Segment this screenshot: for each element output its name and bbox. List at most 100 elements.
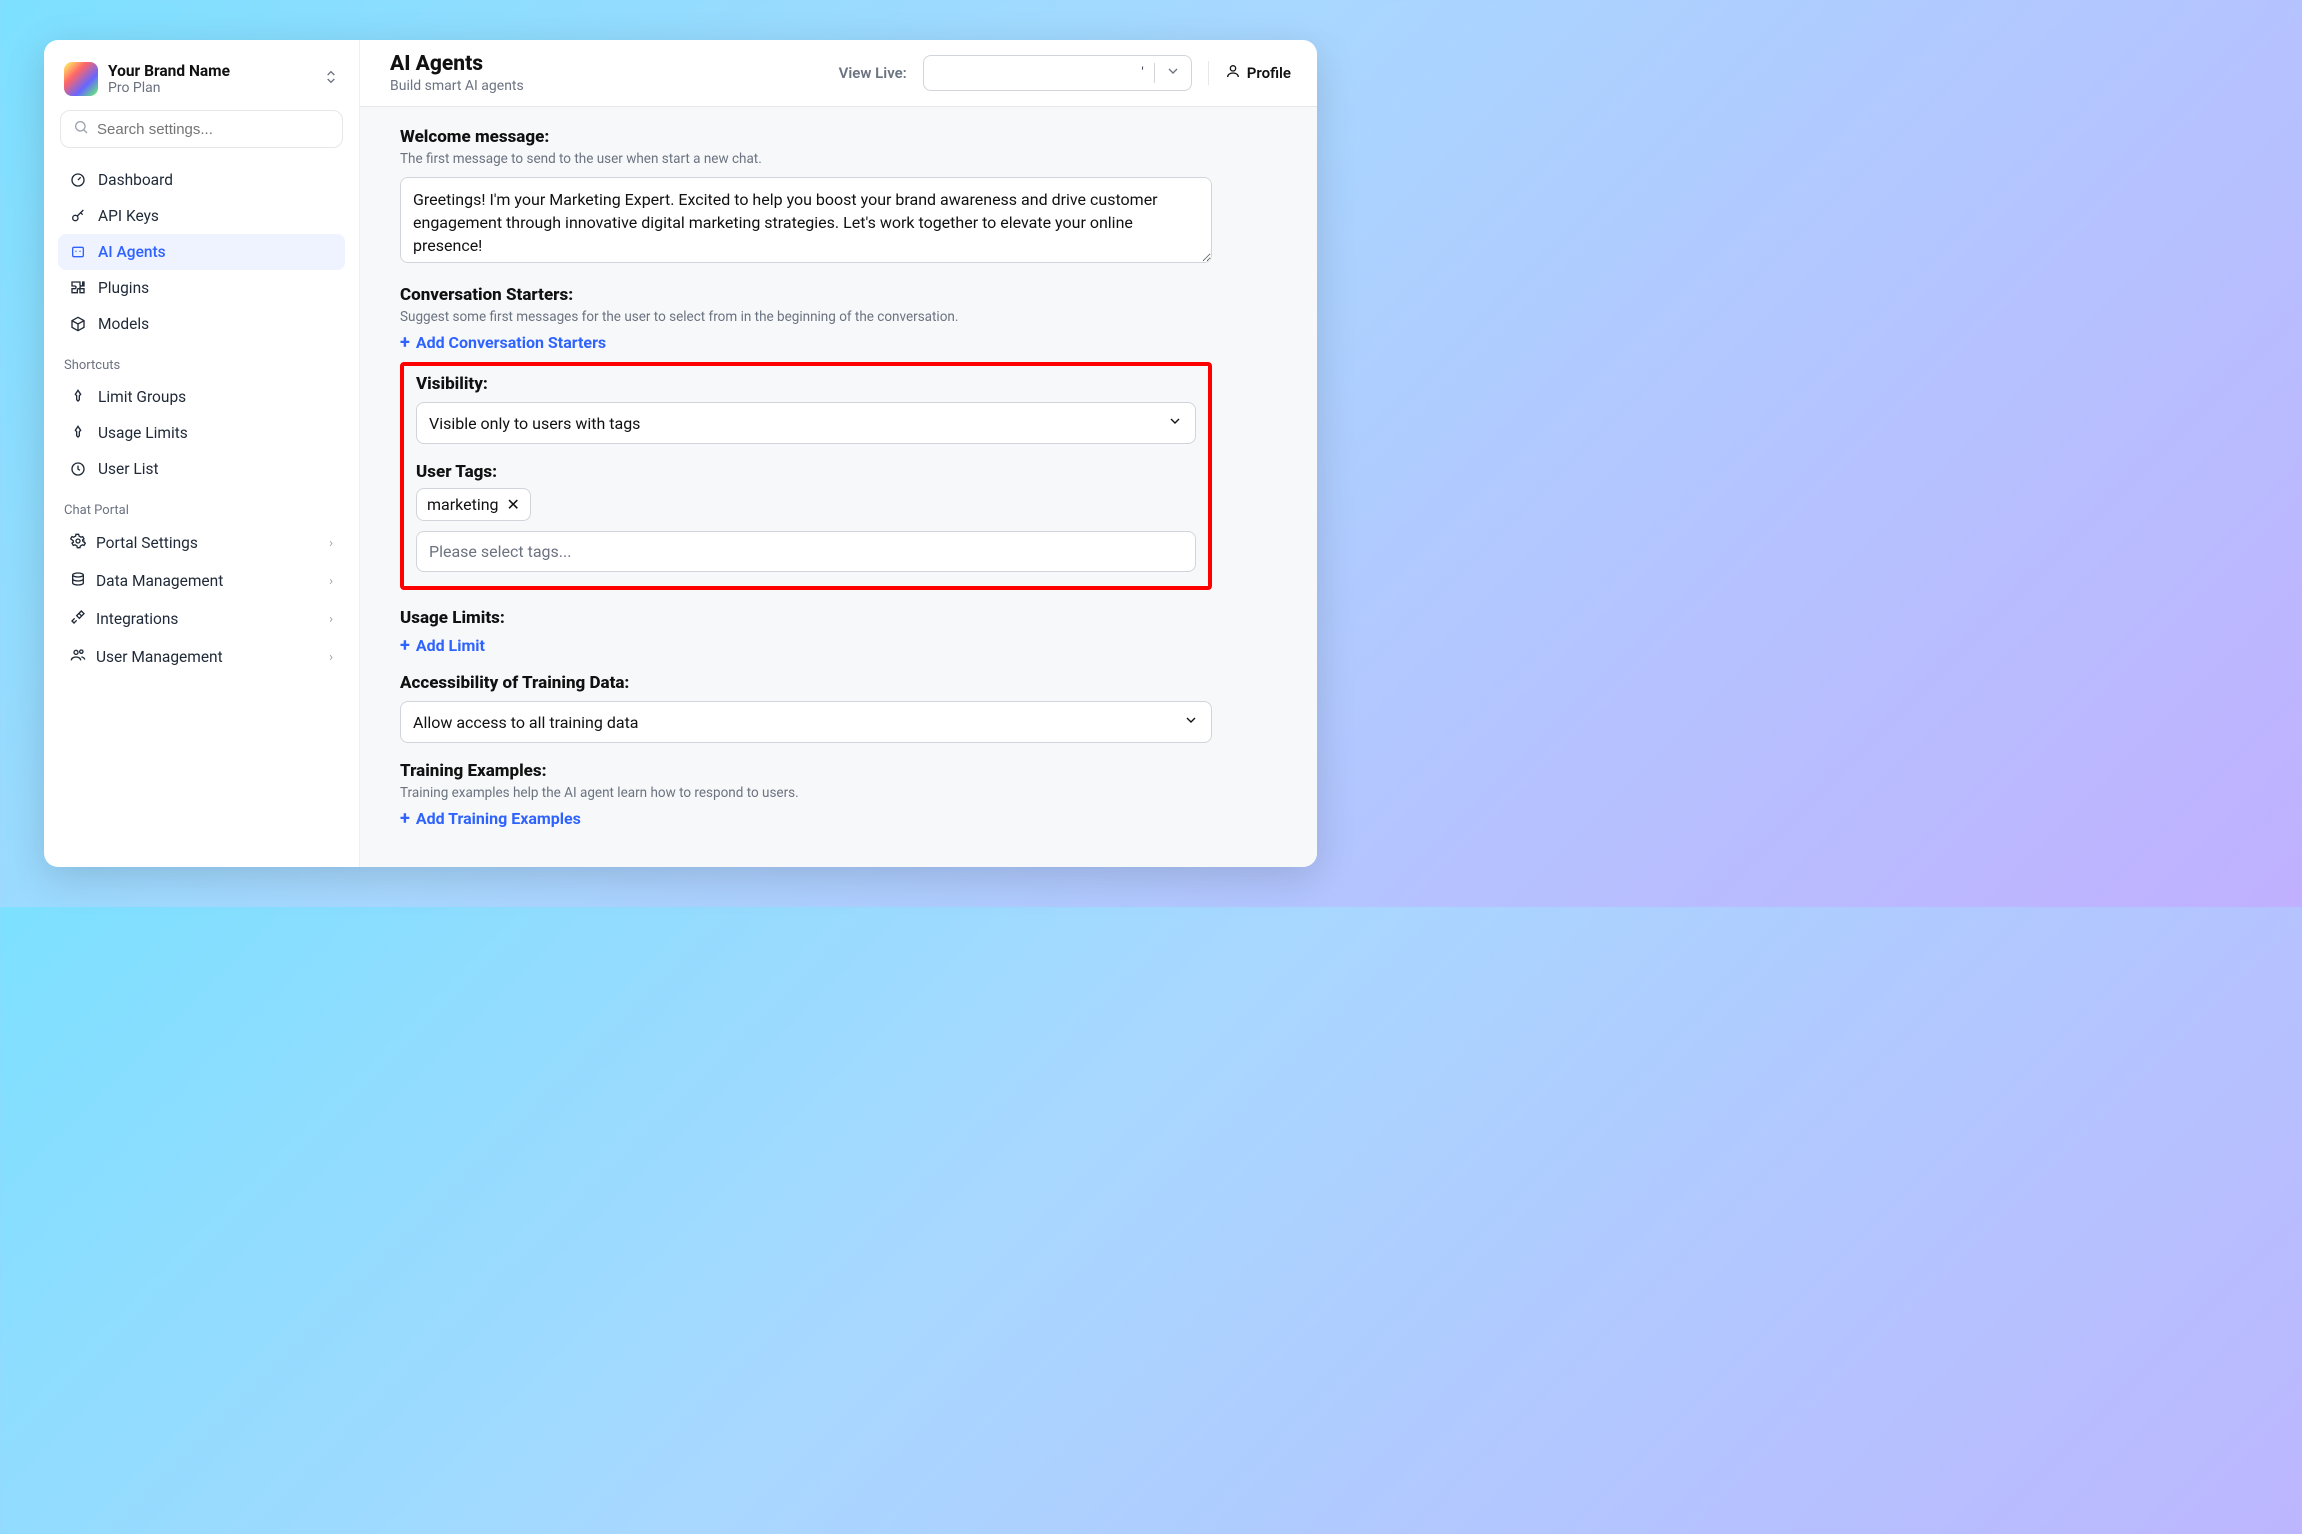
chevron-right-icon: › (329, 650, 333, 665)
nav-label: Models (98, 315, 149, 333)
gauge-icon (70, 172, 88, 188)
page-title: AI Agents (390, 52, 524, 76)
users-icon (70, 647, 86, 667)
pin-icon (70, 425, 88, 441)
nav-plugins[interactable]: Plugins (58, 270, 345, 306)
welcome-textarea[interactable] (400, 177, 1212, 263)
welcome-desc: The first message to send to the user wh… (400, 151, 1212, 167)
divider (1208, 61, 1209, 85)
remove-tag-icon[interactable]: ✕ (507, 495, 520, 514)
puzzle-icon (70, 280, 88, 296)
sidebar: Your Brand Name Pro Plan Dashboard API K… (44, 40, 360, 867)
search-input-wrap[interactable] (60, 110, 343, 148)
brand-selector[interactable]: Your Brand Name Pro Plan (58, 58, 345, 110)
chevron-down-icon[interactable] (1154, 63, 1191, 83)
welcome-title: Welcome message: (400, 127, 1212, 147)
conv-starters-title: Conversation Starters: (400, 285, 1212, 305)
nav-label: Usage Limits (98, 424, 188, 442)
cube-icon (70, 316, 88, 332)
chat-portal-label: Chat Portal (58, 487, 345, 524)
tag-select-input[interactable]: Please select tags... (416, 531, 1196, 572)
nav-label: Data Management (96, 572, 223, 590)
nav-limit-groups[interactable]: Limit Groups (58, 379, 345, 415)
profile-button[interactable]: Profile (1225, 63, 1291, 83)
chevron-down-icon (1167, 413, 1183, 433)
conv-starters-desc: Suggest some first messages for the user… (400, 309, 1212, 325)
nav-label: User Management (96, 648, 223, 666)
add-label: Add Conversation Starters (416, 333, 606, 352)
profile-label: Profile (1247, 64, 1291, 82)
add-conversation-starters-button[interactable]: + Add Conversation Starters (400, 333, 606, 352)
topbar: AI Agents Build smart AI agents View Liv… (360, 40, 1317, 107)
brand-name: Your Brand Name (108, 62, 313, 80)
gear-icon (70, 533, 86, 553)
nav-portal-settings[interactable]: Portal Settings › (58, 524, 345, 562)
topbar-right: View Live: ' Profile (839, 55, 1291, 91)
add-label: Add Training Examples (416, 809, 581, 828)
visibility-select[interactable]: Visible only to users with tags (416, 402, 1196, 444)
user-icon (1225, 63, 1241, 83)
nav-label: Plugins (98, 279, 149, 297)
view-live-value: ' (924, 65, 1154, 81)
tag-label: marketing (427, 495, 499, 514)
chevron-down-icon (1183, 712, 1199, 732)
nav-label: Limit Groups (98, 388, 186, 406)
nav-integrations[interactable]: Integrations › (58, 600, 345, 638)
search-icon (73, 119, 89, 139)
nav-ai-agents[interactable]: AI Agents (58, 234, 345, 270)
brand-text: Your Brand Name Pro Plan (108, 62, 313, 96)
view-live-label: View Live: (839, 64, 907, 82)
nav-label: AI Agents (98, 243, 166, 261)
nav-label: API Keys (98, 207, 159, 225)
nav-usage-limits[interactable]: Usage Limits (58, 415, 345, 451)
tag-chip-marketing[interactable]: marketing ✕ (416, 488, 531, 521)
database-icon (70, 571, 86, 591)
nav-api-keys[interactable]: API Keys (58, 198, 345, 234)
user-tags-title: User Tags: (416, 462, 1196, 482)
nav-user-management[interactable]: User Management › (58, 638, 345, 676)
nav-user-list[interactable]: User List (58, 451, 345, 487)
plus-icon: + (400, 637, 410, 655)
main: AI Agents Build smart AI agents View Liv… (360, 40, 1317, 867)
chevron-right-icon: › (329, 536, 333, 551)
pin-icon (70, 389, 88, 405)
chevron-right-icon: › (329, 574, 333, 589)
key-icon (70, 208, 88, 224)
clock-icon (70, 461, 88, 477)
add-training-examples-button[interactable]: + Add Training Examples (400, 809, 581, 828)
nav-dashboard[interactable]: Dashboard (58, 162, 345, 198)
nav-label: Integrations (96, 610, 178, 628)
training-access-title: Accessibility of Training Data: (400, 673, 1212, 693)
plus-icon: + (400, 810, 410, 828)
visibility-title: Visibility: (416, 374, 1196, 394)
plus-icon: + (400, 334, 410, 352)
nav-label: Dashboard (98, 171, 173, 189)
page-heading: AI Agents Build smart AI agents (390, 52, 524, 94)
app-window: Your Brand Name Pro Plan Dashboard API K… (44, 40, 1317, 867)
nav-data-management[interactable]: Data Management › (58, 562, 345, 600)
add-label: Add Limit (416, 636, 485, 655)
nav-models[interactable]: Models (58, 306, 345, 342)
shortcuts-label: Shortcuts (58, 342, 345, 379)
up-down-icon (323, 69, 339, 89)
brand-logo (64, 62, 98, 96)
training-access-select[interactable]: Allow access to all training data (400, 701, 1212, 743)
agent-icon (70, 244, 88, 260)
training-examples-desc: Training examples help the AI agent lear… (400, 785, 1212, 801)
training-examples-title: Training Examples: (400, 761, 1212, 781)
content-scroll[interactable]: Welcome message: The first message to se… (360, 107, 1317, 867)
brand-plan: Pro Plan (108, 80, 313, 96)
nav-label: User List (98, 460, 159, 478)
tools-icon (70, 609, 86, 629)
usage-limits-title: Usage Limits: (400, 608, 1212, 628)
visibility-value: Visible only to users with tags (429, 414, 640, 433)
highlighted-region: Visibility: Visible only to users with t… (400, 362, 1212, 590)
page-subtitle: Build smart AI agents (390, 78, 524, 94)
search-input[interactable] (97, 121, 330, 138)
add-limit-button[interactable]: + Add Limit (400, 636, 485, 655)
view-live-select[interactable]: ' (923, 55, 1192, 91)
training-access-value: Allow access to all training data (413, 713, 639, 732)
form: Welcome message: The first message to se… (400, 127, 1212, 828)
nav-label: Portal Settings (96, 534, 198, 552)
chevron-right-icon: › (329, 612, 333, 627)
